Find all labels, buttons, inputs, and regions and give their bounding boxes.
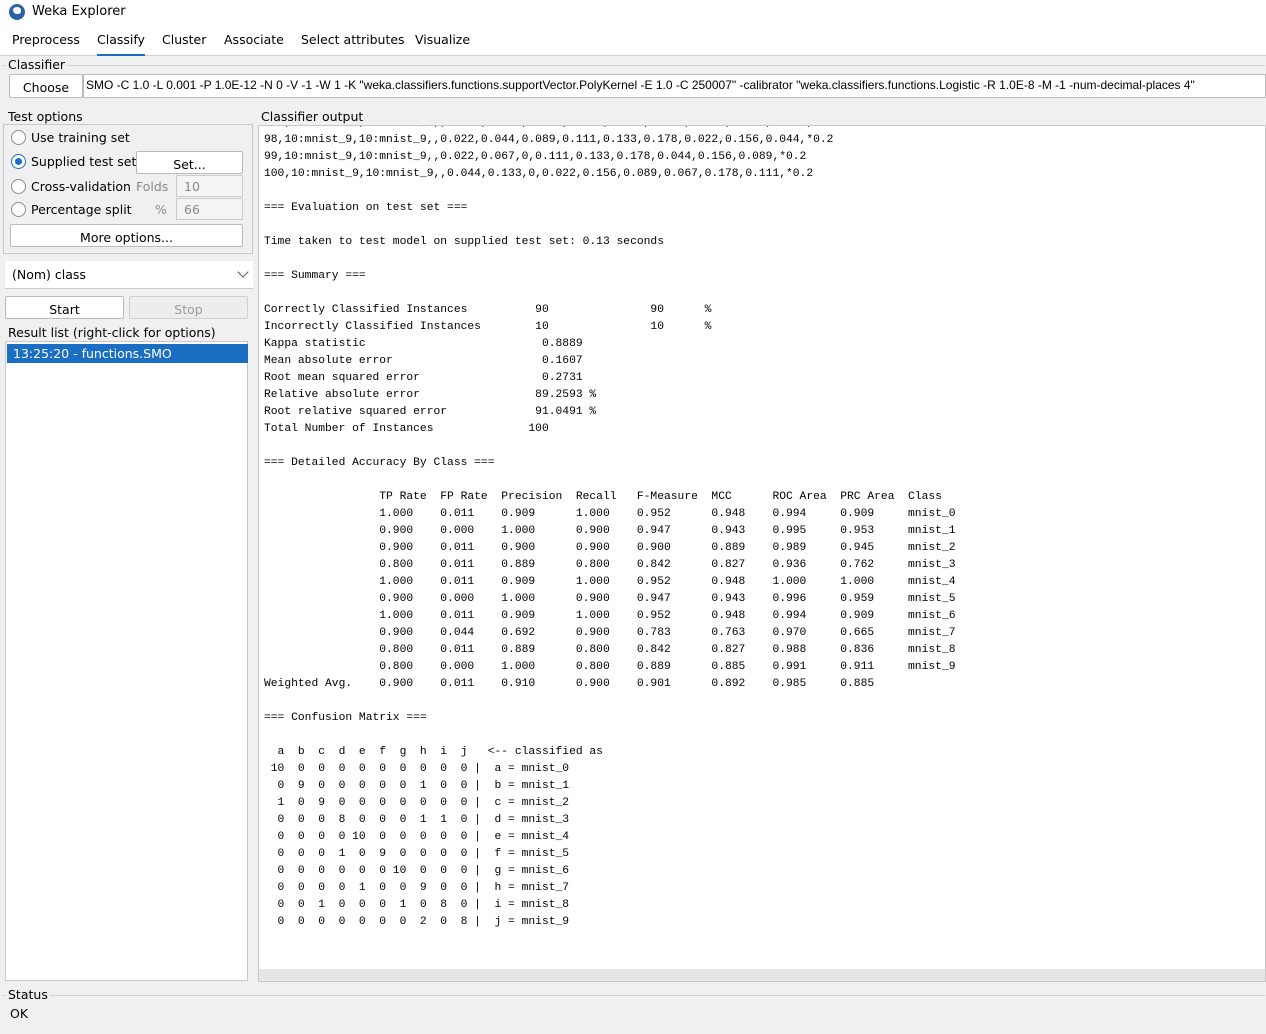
output-line: 0 0 0 0 0 0 0 2 0 8 | j = mnist_9 xyxy=(264,916,570,928)
supplied-test-set-radio[interactable] xyxy=(11,154,26,169)
folds-label: Folds xyxy=(136,179,169,194)
output-line: 0 0 0 1 0 9 0 0 0 0 | f = mnist_5 xyxy=(264,848,570,860)
output-line: Root relative squared error 91.0491 % xyxy=(264,406,597,418)
output-line: 0 0 0 0 1 0 0 9 0 0 | h = mnist_7 xyxy=(264,882,570,894)
result-list-item[interactable]: 13:25:20 - functions.SMO xyxy=(7,344,248,363)
output-line: 97,10:mnist_9,10:mnist_9,,0.022,0.044,0.… xyxy=(264,126,955,132)
classifier-output-label: Classifier output xyxy=(259,109,366,124)
output-line: 1.000 0.011 0.909 1.000 0.952 0.948 1.00… xyxy=(264,576,956,588)
output-line: TP Rate FP Rate Precision Recall F-Measu… xyxy=(264,491,942,503)
output-line: === Summary === xyxy=(264,270,366,282)
classifier-output-panel[interactable]: 97,10:mnist_9,10:mnist_9,,0.022,0.044,0.… xyxy=(258,125,1266,982)
status-group xyxy=(3,995,1265,1031)
output-line: 1.000 0.011 0.909 1.000 0.952 0.948 0.99… xyxy=(264,508,956,520)
output-line: Time taken to test model on supplied tes… xyxy=(264,236,664,248)
output-line: === Evaluation on test set === xyxy=(264,202,468,214)
cross-validation-radio[interactable] xyxy=(11,179,26,194)
status-label: Status xyxy=(6,987,50,1002)
output-line: 0.800 0.011 0.889 0.800 0.842 0.827 0.98… xyxy=(264,644,956,656)
use-training-set-label: Use training set xyxy=(31,130,130,145)
output-line: === Confusion Matrix === xyxy=(264,712,427,724)
output-line: a b c d e f g h i j <-- classified as xyxy=(264,746,603,758)
percentage-split-label: Percentage split xyxy=(31,202,132,217)
folds-input[interactable]: 10 xyxy=(176,175,243,197)
tab-preprocess[interactable]: Preprocess xyxy=(12,26,80,56)
start-button[interactable]: Start xyxy=(5,296,124,319)
use-training-set-radio[interactable] xyxy=(11,130,26,145)
title-bar: Weka Explorer xyxy=(0,0,1266,26)
output-line: 0.800 0.000 1.000 0.800 0.889 0.885 0.99… xyxy=(264,661,956,673)
output-line: 98,10:mnist_9,10:mnist_9,,0.022,0.044,0.… xyxy=(264,134,834,146)
output-line: 0 9 0 0 0 0 0 1 0 0 | b = mnist_1 xyxy=(264,780,570,792)
output-line: Incorrectly Classified Instances 10 10 % xyxy=(264,321,712,333)
weka-bird-icon xyxy=(9,4,25,20)
class-attribute-value: (Nom) class xyxy=(12,267,86,282)
output-line: Kappa statistic 0.8889 xyxy=(264,338,583,350)
classifier-group-label: Classifier xyxy=(6,57,68,72)
output-line: Correctly Classified Instances 90 90 % xyxy=(264,304,712,316)
output-line: 1.000 0.011 0.909 1.000 0.952 0.948 0.99… xyxy=(264,610,956,622)
status-text: OK xyxy=(10,1006,29,1021)
result-list-label: Result list (right-click for options) xyxy=(6,325,218,340)
window-title: Weka Explorer xyxy=(32,4,126,19)
tab-select-attributes[interactable]: Select attributes xyxy=(301,26,405,56)
output-line: 0.900 0.044 0.692 0.900 0.783 0.763 0.97… xyxy=(264,627,956,639)
output-line: 0 0 0 8 0 0 0 1 1 0 | d = mnist_3 xyxy=(264,814,570,826)
tab-associate[interactable]: Associate xyxy=(224,26,284,56)
tab-visualize[interactable]: Visualize xyxy=(415,26,470,56)
class-attribute-select[interactable]: (Nom) class xyxy=(5,261,253,289)
output-line: Relative absolute error 89.2593 % xyxy=(264,389,597,401)
output-line: 0.900 0.000 1.000 0.900 0.947 0.943 0.99… xyxy=(264,593,956,605)
cross-validation-label: Cross-validation xyxy=(31,179,131,194)
output-line: Mean absolute error 0.1607 xyxy=(264,355,583,367)
output-line: === Detailed Accuracy By Class === xyxy=(264,457,495,469)
output-line: 100,10:mnist_9,10:mnist_9,,0.044,0.133,0… xyxy=(264,168,814,180)
more-options-button[interactable]: More options... xyxy=(10,224,243,247)
output-line: 0.800 0.011 0.889 0.800 0.842 0.827 0.93… xyxy=(264,559,956,571)
tab-bar: Preprocess Classify Cluster Associate Se… xyxy=(0,26,1266,56)
output-line: 0.900 0.011 0.900 0.900 0.900 0.889 0.98… xyxy=(264,542,956,554)
result-list[interactable]: 13:25:20 - functions.SMO xyxy=(5,341,248,981)
output-line: 0 0 0 0 0 0 10 0 0 0 | g = mnist_6 xyxy=(264,865,570,877)
output-line: 1 0 9 0 0 0 0 0 0 0 | c = mnist_2 xyxy=(264,797,570,809)
output-line: Total Number of Instances 100 xyxy=(264,423,583,435)
percent-label: % xyxy=(155,202,167,217)
tab-cluster[interactable]: Cluster xyxy=(162,26,206,56)
chevron-down-icon xyxy=(237,266,249,278)
percentage-split-radio[interactable] xyxy=(11,202,26,217)
output-line: Root mean squared error 0.2731 xyxy=(264,372,583,384)
output-line: 0.900 0.000 1.000 0.900 0.947 0.943 0.99… xyxy=(264,525,956,537)
classifier-output-text: 97,10:mnist_9,10:mnist_9,,0.022,0.044,0.… xyxy=(264,126,956,931)
horizontal-scrollbar[interactable] xyxy=(259,969,1265,981)
test-options-label: Test options xyxy=(6,109,85,124)
output-line: 10 0 0 0 0 0 0 0 0 0 | a = mnist_0 xyxy=(264,763,570,775)
choose-button[interactable]: Choose xyxy=(9,74,83,98)
output-line: 99,10:mnist_9,10:mnist_9,,0.022,0.067,0,… xyxy=(264,151,807,163)
output-line: 0 0 1 0 0 0 1 0 8 0 | i = mnist_8 xyxy=(264,899,570,911)
stop-button[interactable]: Stop xyxy=(129,296,248,319)
percent-input[interactable]: 66 xyxy=(176,198,243,220)
output-line: 0 0 0 0 10 0 0 0 0 0 | e = mnist_4 xyxy=(264,831,570,843)
classifier-command-field[interactable]: SMO -C 1.0 -L 0.001 -P 1.0E-12 -N 0 -V -… xyxy=(83,74,1266,98)
set-test-set-button[interactable]: Set... xyxy=(136,151,243,174)
output-line: Weighted Avg. 0.900 0.011 0.910 0.900 0.… xyxy=(264,678,909,690)
supplied-test-set-label: Supplied test set xyxy=(31,154,137,169)
tab-classify[interactable]: Classify xyxy=(97,26,145,56)
